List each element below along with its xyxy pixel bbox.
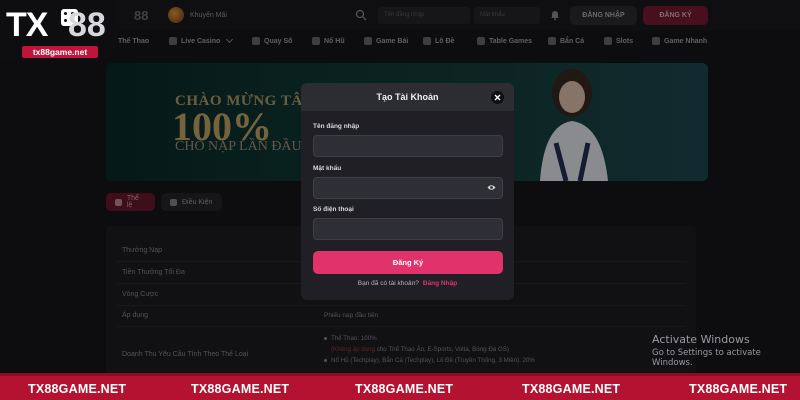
phone-field[interactable] bbox=[313, 218, 503, 240]
close-icon bbox=[494, 94, 501, 101]
password-label: Mật khẩu bbox=[313, 165, 342, 172]
strip-label: TX88GAME.NET bbox=[355, 382, 454, 396]
watermark-title: Activate Windows bbox=[652, 333, 750, 346]
password-field[interactable] bbox=[313, 177, 503, 199]
login-link[interactable]: Đăng Nhập bbox=[423, 280, 457, 287]
logo-domain: tx88game.net bbox=[22, 46, 98, 58]
strip-label: TX88GAME.NET bbox=[689, 382, 788, 396]
register-modal: Tạo Tài Khoản Tên đăng nhập Mật khẩu Số … bbox=[301, 83, 514, 300]
windows-activation-watermark: Activate Windows Go to Settings to activ… bbox=[652, 333, 800, 368]
login-prompt-text: Bạn đã có tài khoản? bbox=[357, 280, 419, 287]
username-field[interactable] bbox=[313, 135, 503, 157]
phone-label: Số điện thoại bbox=[313, 206, 354, 213]
register-submit-button[interactable]: Đăng Ký bbox=[313, 251, 503, 274]
modal-header: Tạo Tài Khoản bbox=[301, 83, 514, 111]
strip-label: TX88GAME.NET bbox=[522, 382, 621, 396]
modal-title: Tạo Tài Khoản bbox=[376, 92, 439, 102]
eye-icon[interactable] bbox=[487, 184, 496, 191]
logo-88-text: 88 bbox=[68, 6, 106, 44]
username-label: Tên đăng nhập bbox=[313, 123, 360, 130]
strip-label: TX88GAME.NET bbox=[28, 382, 127, 396]
strip-label: TX88GAME.NET bbox=[191, 382, 290, 396]
login-prompt: Bạn đã có tài khoản? Đăng Nhập bbox=[301, 280, 514, 287]
watermark-subtitle: Go to Settings to activate Windows. bbox=[652, 348, 761, 368]
domain-strip: TX88GAME.NET TX88GAME.NET TX88GAME.NET T… bbox=[0, 373, 800, 400]
logo-tx-text: TX bbox=[6, 6, 48, 44]
site-logo[interactable]: TX 88 tx88game.net bbox=[0, 0, 118, 62]
close-button[interactable] bbox=[491, 91, 504, 104]
